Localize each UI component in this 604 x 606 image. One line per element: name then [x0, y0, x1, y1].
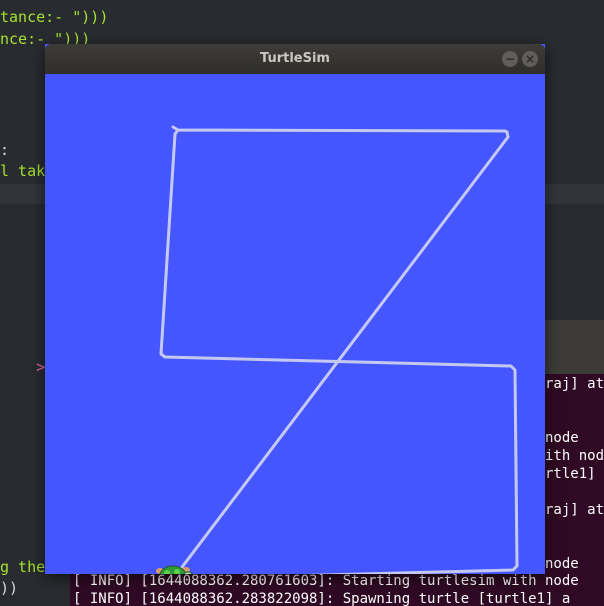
terminal-window[interactable]: raj] at node ith node rtle1] a raj] at n… — [545, 320, 604, 606]
code-line[interactable]: tance:- "))) — [0, 7, 108, 27]
window-titlebar[interactable]: TurtleSim − × — [45, 44, 545, 74]
turtle-icon — [156, 565, 194, 574]
code-line[interactable]: : — [0, 140, 9, 160]
close-button[interactable]: × — [522, 51, 538, 67]
terminal-line: node — [545, 556, 579, 572]
terminal-line: [ INFO] [1644088362.280761603]: Starting… — [73, 573, 579, 589]
code-line[interactable]: g the — [0, 557, 45, 577]
turtle-trail — [159, 125, 519, 574]
terminal-line: rtle1] a — [545, 466, 596, 482]
terminal-line: raj] at — [545, 376, 604, 392]
terminal-line: ith node — [545, 448, 604, 464]
minimize-button[interactable]: − — [502, 51, 518, 67]
terminal-titlebar[interactable] — [545, 320, 604, 374]
terminal-line: raj] at — [545, 502, 604, 518]
terminal-line: [ INFO] [1644088362.283822098]: Spawning… — [73, 591, 571, 606]
turtle-canvas[interactable] — [45, 74, 545, 574]
window-title: TurtleSim — [260, 51, 330, 66]
turtlesim-window[interactable]: TurtleSim − × — [45, 44, 545, 574]
turtle-canvas-svg — [156, 125, 519, 574]
code-line[interactable]: )) — [0, 578, 18, 598]
terminal-line: node — [545, 430, 579, 446]
terminal-output: [ INFO] [1644088362.280761603]: Starting… — [70, 572, 604, 606]
